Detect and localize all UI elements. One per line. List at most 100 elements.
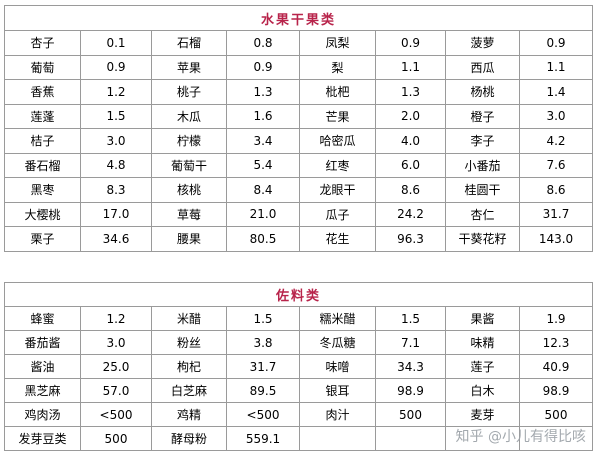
purine-value-cell: 34.6	[80, 226, 152, 252]
purine-value-cell: 1.6	[226, 103, 300, 129]
purine-value-cell: 2.0	[375, 103, 446, 129]
food-name-cell: 柠檬	[151, 128, 227, 154]
purine-value-cell: 0.8	[226, 30, 300, 56]
purine-value-cell: 8.4	[226, 177, 300, 203]
fruit-table-title: 水果干果类	[3, 5, 594, 31]
food-name-cell: 白木	[445, 378, 520, 403]
purine-value-cell: 559.1	[226, 426, 300, 451]
table-row: 葡萄 0.9 苹果 0.9 梨 1.1 西瓜 1.1	[4, 54, 594, 80]
purine-value-cell: 17.0	[80, 201, 152, 227]
purine-value-cell: 24.2	[375, 201, 446, 227]
food-name-cell: 酵母粉	[151, 426, 227, 451]
purine-value-cell: 1.1	[375, 54, 446, 80]
food-name-cell: 鸡精	[151, 402, 227, 427]
food-name-cell: 芒果	[299, 103, 376, 129]
table-row: 酱油 25.0 枸杞 31.7 味噌 34.3 莲子 40.9	[4, 354, 594, 379]
purine-value-cell: 0.9	[226, 54, 300, 80]
purine-value-cell: 1.3	[375, 79, 446, 105]
food-name-cell: 葡萄	[4, 54, 81, 80]
food-name-cell: 桔子	[4, 128, 81, 154]
purine-value-cell: 12.3	[518, 330, 594, 355]
food-name-cell: 香蕉	[4, 79, 81, 105]
fruit-table: 水果干果类 杏子 0.1 石榴 0.8 凤梨 0.9 菠萝 0.9 葡萄 0.9 苹果 0.9 梨 1.1…	[3, 5, 594, 252]
food-name-cell: 红枣	[299, 152, 376, 178]
purine-value-cell: 500	[80, 426, 152, 451]
purine-value-cell: 3.0	[80, 128, 152, 154]
food-name-cell: 白芝麻	[151, 378, 227, 403]
purine-value-cell: 0.9	[518, 30, 594, 56]
food-name-cell: 肉汁	[299, 402, 376, 427]
table-row: 栗子 34.6 腰果 80.5 花生 96.3 干葵花籽 143.0	[4, 226, 594, 252]
food-name-cell: 哈密瓜	[299, 128, 376, 154]
food-name-cell: 杏仁	[445, 201, 520, 227]
table-row: 大樱桃 17.0 草莓 21.0 瓜子 24.2 杏仁 31.7	[4, 201, 594, 227]
table-row: 杏子 0.1 石榴 0.8 凤梨 0.9 菠萝 0.9	[4, 30, 594, 56]
food-name-cell: 莲子	[445, 354, 520, 379]
table-row: 黑枣 8.3 核桃 8.4 龙眼干 8.6 桂圆干 8.6	[4, 177, 594, 203]
food-name-cell: 龙眼干	[299, 177, 376, 203]
food-name-cell: 李子	[445, 128, 520, 154]
food-name-cell: 发芽豆类	[4, 426, 81, 451]
food-name-cell: 石榴	[151, 30, 227, 56]
purine-value-cell: 1.2	[80, 79, 152, 105]
food-name-cell: 番茄酱	[4, 330, 81, 355]
food-name-cell: 粉丝	[151, 330, 227, 355]
table-row: 番茄酱 3.0 粉丝 3.8 冬瓜糖 7.1 味精 12.3	[4, 330, 594, 355]
purine-value-cell: 7.1	[375, 330, 446, 355]
purine-value-cell: 4.2	[518, 128, 594, 154]
food-name-cell: 黑芝麻	[4, 378, 81, 403]
purine-value-cell: 1.5	[375, 306, 446, 331]
purine-value-cell: 98.9	[375, 378, 446, 403]
purine-value-cell: 8.6	[518, 177, 594, 203]
table-row: 黑芝麻 57.0 白芝麻 89.5 银耳 98.9 白木 98.9	[4, 378, 594, 403]
food-name-cell: 味噌	[299, 354, 376, 379]
food-name-cell: 蜂蜜	[4, 306, 81, 331]
food-name-cell: 枸杞	[151, 354, 227, 379]
purine-value-cell: 1.9	[518, 306, 594, 331]
purine-value-cell: 500	[518, 402, 594, 427]
food-name-cell: 果酱	[445, 306, 520, 331]
purine-value-cell: 8.3	[80, 177, 152, 203]
purine-value-cell: 5.4	[226, 152, 300, 178]
purine-value-cell: 3.8	[226, 330, 300, 355]
purine-value-cell: 4.8	[80, 152, 152, 178]
purine-value-cell: 96.3	[375, 226, 446, 252]
purine-value-cell: 143.0	[518, 226, 594, 252]
food-name-cell: 糯米醋	[299, 306, 376, 331]
food-name-cell: 银耳	[299, 378, 376, 403]
purine-value-cell: 80.5	[226, 226, 300, 252]
purine-value-cell: 1.4	[518, 79, 594, 105]
purine-value-cell: 1.5	[226, 306, 300, 331]
purine-value-cell: 98.9	[518, 378, 594, 403]
food-name-cell: 葡萄干	[151, 152, 227, 178]
purine-value-cell: 7.6	[518, 152, 594, 178]
purine-value-cell: <500	[226, 402, 300, 427]
food-name-cell: 西瓜	[445, 54, 520, 80]
purine-value-cell: 0.9	[375, 30, 446, 56]
purine-value-cell: 500	[375, 402, 446, 427]
purine-value-cell: 31.7	[226, 354, 300, 379]
food-name-cell: 冬瓜糖	[299, 330, 376, 355]
food-name-cell: 草莓	[151, 201, 227, 227]
food-name-cell: 番石榴	[4, 152, 81, 178]
food-name-cell: 干葵花籽	[445, 226, 520, 252]
food-name-cell: 米醋	[151, 306, 227, 331]
food-name-cell: 味精	[445, 330, 520, 355]
purine-value-cell: 0.1	[80, 30, 152, 56]
purine-value-cell: 89.5	[226, 378, 300, 403]
purine-value-cell: 1.3	[226, 79, 300, 105]
food-name-cell: 酱油	[4, 354, 81, 379]
food-name-cell: 大樱桃	[4, 201, 81, 227]
food-name-cell: 苹果	[151, 54, 227, 80]
food-name-cell: 麦芽	[445, 402, 520, 427]
purine-value-cell: 3.0	[80, 330, 152, 355]
purine-value-cell: 31.7	[518, 201, 594, 227]
purine-value-cell	[375, 426, 446, 451]
table-row: 桔子 3.0 柠檬 3.4 哈密瓜 4.0 李子 4.2	[4, 128, 594, 154]
food-name-cell: 栗子	[4, 226, 81, 252]
food-name-cell: 黑枣	[4, 177, 81, 203]
food-name-cell: 凤梨	[299, 30, 376, 56]
food-name-cell: 鸡肉汤	[4, 402, 81, 427]
purine-value-cell: 1.5	[80, 103, 152, 129]
food-name-cell: 菠萝	[445, 30, 520, 56]
